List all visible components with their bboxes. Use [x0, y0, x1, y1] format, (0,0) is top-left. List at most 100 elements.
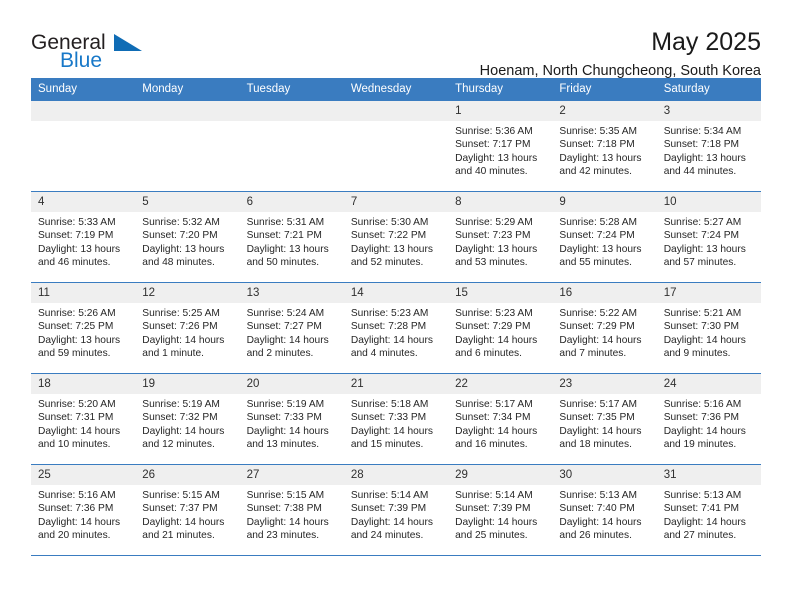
day-detail-line: Sunset: 7:31 PM [38, 412, 114, 424]
day-detail-line: Sunrise: 5:19 AM [246, 399, 325, 410]
day-detail-line: and 52 minutes. [350, 256, 424, 268]
day-details: Sunrise: 5:28 AM Sunset: 7:24 PM Daylight:… [552, 212, 656, 269]
day-details: Sunrise: 5:33 AM Sunset: 7:19 PM Daylight:… [31, 212, 135, 269]
calendar-body: 1 Sunrise: 5:36 AM Sunset: 7:17 PM Daylight… [31, 100, 761, 555]
day-number: 16 [552, 283, 657, 303]
day-detail-line: Sunset: 7:24 PM [663, 230, 740, 242]
day-detail-line: Sunrise: 5:17 AM [455, 399, 533, 410]
day-number: 13 [239, 283, 344, 303]
title-block: May 2025 Hoenam, North Chungcheong, Sout… [480, 28, 761, 79]
calendar-day-cell[interactable]: 28 Sunrise: 5:14 AM Sunset: 7:39 PM Dayligh… [343, 464, 449, 555]
day-details: Sunrise: 5:23 AM Sunset: 7:29 PM Daylight:… [448, 303, 552, 360]
day-number: 5 [135, 192, 240, 212]
calendar-day-cell[interactable]: 24 Sunrise: 5:16 AM Sunset: 7:36 PM Dayligh… [656, 373, 761, 465]
day-detail-line: Sunset: 7:30 PM [663, 321, 740, 333]
day-detail-line: and 13 minutes. [246, 438, 320, 450]
day-details: Sunrise: 5:25 AM Sunset: 7:26 PM Daylight:… [135, 303, 239, 360]
calendar-day-cell[interactable]: 2 Sunrise: 5:35 AM Sunset: 7:18 PM Daylight… [552, 100, 657, 192]
day-details: Sunrise: 5:30 AM Sunset: 7:22 PM Daylight:… [344, 212, 448, 269]
calendar-week-row: 4 Sunrise: 5:33 AM Sunset: 7:19 PM Daylight… [31, 191, 761, 283]
day-detail-line: Sunset: 7:29 PM [455, 321, 531, 333]
calendar-day-cell[interactable]: 30 Sunrise: 5:13 AM Sunset: 7:40 PM Dayligh… [552, 464, 657, 555]
calendar-day-cell[interactable]: 14 Sunrise: 5:23 AM Sunset: 7:28 PM Dayligh… [343, 282, 449, 374]
calendar-day-cell[interactable]: 11 Sunrise: 5:26 AM Sunset: 7:25 PM Dayligh… [31, 282, 136, 374]
day-details: Sunrise: 5:19 AM Sunset: 7:32 PM Daylight:… [135, 394, 239, 451]
calendar-day-cell[interactable]: 6 Sunrise: 5:31 AM Sunset: 7:21 PM Daylight… [239, 191, 344, 283]
day-details: Sunrise: 5:23 AM Sunset: 7:28 PM Daylight:… [344, 303, 448, 360]
calendar-day-cell[interactable]: 22 Sunrise: 5:17 AM Sunset: 7:34 PM Dayligh… [448, 373, 553, 465]
calendar-day-cell[interactable]: 25 Sunrise: 5:16 AM Sunset: 7:36 PM Dayligh… [31, 464, 136, 555]
calendar-day-cell-empty [343, 100, 449, 192]
day-number: 6 [239, 192, 344, 212]
day-number: 20 [239, 374, 344, 394]
day-details: Sunrise: 5:15 AM Sunset: 7:38 PM Daylight:… [240, 485, 344, 542]
day-number: 19 [135, 374, 240, 394]
logo-text-blue: Blue [60, 49, 103, 72]
general-blue-logo[interactable]: General Blue [31, 28, 149, 76]
day-detail-line: Sunrise: 5:29 AM [455, 217, 533, 228]
day-number: 22 [448, 374, 553, 394]
calendar-day-cell[interactable]: 7 Sunrise: 5:30 AM Sunset: 7:22 PM Daylight… [343, 191, 449, 283]
day-number: 17 [656, 283, 761, 303]
day-detail-line: and 12 minutes. [142, 438, 215, 450]
calendar-week-row: 1 Sunrise: 5:36 AM Sunset: 7:17 PM Daylight… [31, 100, 761, 192]
calendar-day-cell[interactable]: 9 Sunrise: 5:28 AM Sunset: 7:24 PM Daylight… [552, 191, 657, 283]
day-detail-line: Sunrise: 5:17 AM [559, 399, 637, 410]
calendar-day-cell[interactable]: 16 Sunrise: 5:22 AM Sunset: 7:29 PM Dayligh… [552, 282, 657, 374]
day-number [343, 101, 449, 121]
weekday-header-monday: Monday [135, 78, 240, 101]
calendar-day-cell[interactable]: 3 Sunrise: 5:34 AM Sunset: 7:18 PM Daylight… [656, 100, 761, 192]
weekday-header-sunday: Sunday [31, 78, 136, 101]
calendar-day-cell[interactable]: 20 Sunrise: 5:19 AM Sunset: 7:33 PM Dayligh… [239, 373, 344, 465]
day-detail-line: and 16 minutes. [455, 438, 528, 450]
calendar-day-cell[interactable]: 27 Sunrise: 5:15 AM Sunset: 7:38 PM Dayligh… [239, 464, 344, 555]
calendar-day-cell[interactable]: 12 Sunrise: 5:25 AM Sunset: 7:26 PM Dayligh… [135, 282, 240, 374]
weekday-labels: Sunday Monday Tuesday Wednesday Thursday Frid… [31, 78, 761, 101]
day-detail-line: Daylight: 14 hours [350, 516, 433, 528]
day-detail-line: Sunset: 7:34 PM [455, 412, 531, 424]
day-detail-line: Sunset: 7:27 PM [246, 321, 322, 333]
day-detail-line: and 1 minute. [142, 347, 205, 359]
calendar-day-cell[interactable]: 15 Sunrise: 5:23 AM Sunset: 7:29 PM Dayligh… [448, 282, 553, 374]
calendar-day-cell[interactable]: 18 Sunrise: 5:20 AM Sunset: 7:31 PM Dayligh… [31, 373, 136, 465]
day-detail-line: Sunset: 7:39 PM [455, 503, 531, 515]
day-number: 11 [31, 283, 136, 303]
day-detail-line: and 7 minutes. [559, 347, 627, 359]
day-number: 3 [656, 101, 761, 121]
calendar-day-cell[interactable]: 31 Sunrise: 5:13 AM Sunset: 7:41 PM Dayligh… [656, 464, 761, 555]
day-number: 18 [31, 374, 136, 394]
calendar-day-cell[interactable]: 1 Sunrise: 5:36 AM Sunset: 7:17 PM Daylight… [448, 100, 553, 192]
day-detail-line: Sunset: 7:33 PM [350, 412, 427, 424]
calendar-day-cell[interactable]: 10 Sunrise: 5:27 AM Sunset: 7:24 PM Dayligh… [656, 191, 761, 283]
day-detail-line: Daylight: 14 hours [38, 516, 121, 528]
day-detail-line: Daylight: 14 hours [38, 425, 121, 437]
day-detail-line: Sunrise: 5:32 AM [142, 217, 220, 228]
day-detail-line: Sunrise: 5:35 AM [559, 126, 637, 137]
day-detail-line: Sunset: 7:22 PM [350, 230, 427, 242]
day-detail-line: Sunrise: 5:18 AM [350, 399, 429, 410]
calendar-day-cell[interactable]: 17 Sunrise: 5:21 AM Sunset: 7:30 PM Dayligh… [656, 282, 761, 374]
day-detail-line: Daylight: 14 hours [663, 425, 746, 437]
day-details: Sunrise: 5:17 AM Sunset: 7:35 PM Daylight:… [552, 394, 656, 451]
day-detail-line: and 9 minutes. [663, 347, 731, 359]
day-detail-line: Sunset: 7:17 PM [455, 139, 531, 151]
weekday-header-friday: Friday [552, 78, 657, 101]
day-number [135, 101, 240, 121]
day-detail-line: Sunrise: 5:16 AM [38, 490, 116, 501]
calendar-day-cell[interactable]: 8 Sunrise: 5:29 AM Sunset: 7:23 PM Daylight… [448, 191, 553, 283]
day-detail-line: and 50 minutes. [246, 256, 320, 268]
calendar-day-cell[interactable]: 21 Sunrise: 5:18 AM Sunset: 7:33 PM Dayligh… [343, 373, 449, 465]
calendar-day-cell[interactable]: 26 Sunrise: 5:15 AM Sunset: 7:37 PM Dayligh… [135, 464, 240, 555]
day-detail-line: Sunrise: 5:33 AM [38, 217, 116, 228]
calendar-day-cell[interactable]: 23 Sunrise: 5:17 AM Sunset: 7:35 PM Dayligh… [552, 373, 657, 465]
day-detail-line: Sunrise: 5:21 AM [663, 308, 742, 319]
calendar-day-cell[interactable]: 29 Sunrise: 5:14 AM Sunset: 7:39 PM Dayligh… [448, 464, 553, 555]
day-detail-line: Sunrise: 5:13 AM [559, 490, 637, 501]
calendar-day-cell[interactable]: 4 Sunrise: 5:33 AM Sunset: 7:19 PM Daylight… [31, 191, 136, 283]
day-details: Sunrise: 5:16 AM Sunset: 7:36 PM Daylight:… [31, 485, 135, 542]
calendar-day-cell[interactable]: 13 Sunrise: 5:24 AM Sunset: 7:27 PM Dayligh… [239, 282, 344, 374]
day-detail-line: Sunrise: 5:27 AM [663, 217, 742, 228]
calendar-day-cell[interactable]: 19 Sunrise: 5:19 AM Sunset: 7:32 PM Dayligh… [135, 373, 240, 465]
calendar-day-cell[interactable]: 5 Sunrise: 5:32 AM Sunset: 7:20 PM Daylight… [135, 191, 240, 283]
day-details: Sunrise: 5:24 AM Sunset: 7:27 PM Daylight:… [240, 303, 344, 360]
